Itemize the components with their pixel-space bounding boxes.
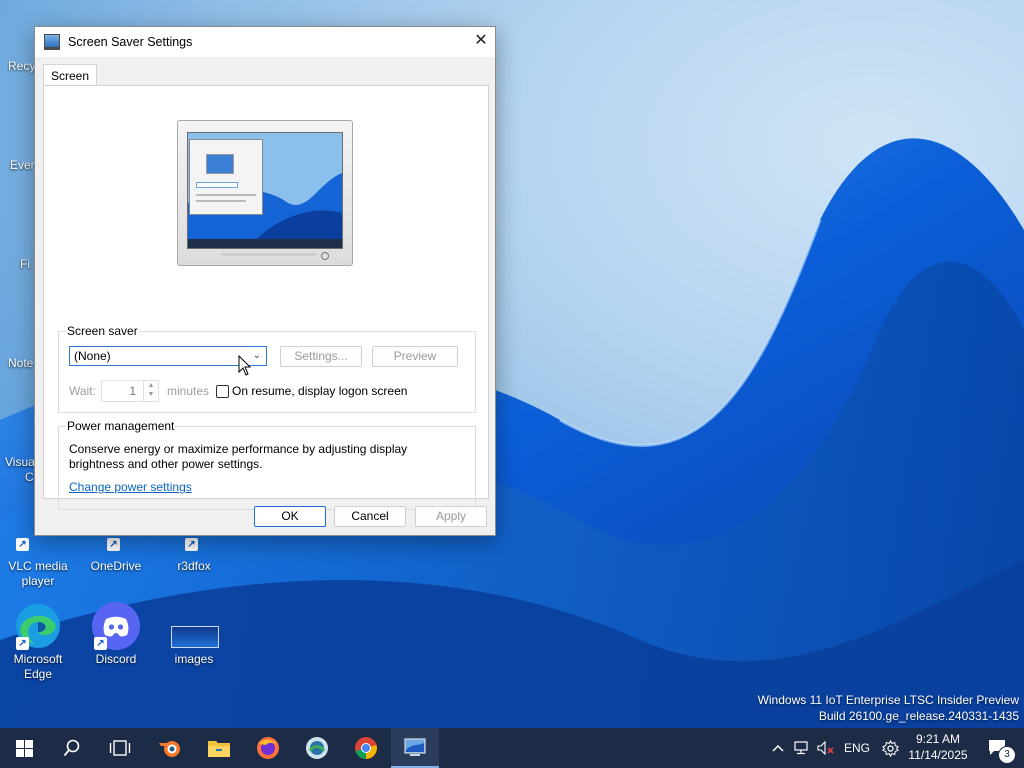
search-button[interactable] [48, 728, 96, 768]
monitor-power-led [321, 252, 329, 260]
firefox-icon [257, 737, 279, 759]
desktop-icon-vlc[interactable]: ↗ VLC media player [0, 537, 76, 589]
desktop-icon-discord[interactable]: ↗ Discord [78, 602, 154, 667]
spinner-arrows-icon[interactable]: ▲ ▼ [143, 381, 158, 401]
minutes-label: minutes [167, 384, 210, 398]
mouse-cursor-icon [238, 355, 252, 376]
taskbar-screen-saver-settings[interactable] [391, 728, 439, 768]
taskbar-r3dfox[interactable] [293, 728, 341, 768]
folder-image-icon [170, 602, 219, 650]
taskbar-chrome[interactable] [342, 728, 390, 768]
onedrive-icon: ↗ [92, 537, 140, 553]
ok-button[interactable]: OK [254, 506, 326, 527]
desktop-icon-label: Edge [23, 667, 53, 681]
screen-saver-settings-icon [404, 738, 426, 756]
network-button[interactable] [790, 728, 814, 768]
task-view-icon [109, 740, 131, 756]
wait-minutes-value: 1 [129, 384, 136, 398]
monitor-preview-dialog [189, 139, 263, 215]
watermark-line1: Windows 11 IoT Enterprise LTSC Insider P… [757, 693, 1019, 707]
vlc-icon: ↗ [14, 537, 62, 553]
desktop-icon-images[interactable]: images [156, 602, 232, 667]
desktop-icon-label: images [174, 652, 214, 666]
desktop-icon-label: OneDrive [90, 559, 142, 573]
chevron-up-icon [772, 744, 784, 752]
power-description-line1: Conserve energy or maximize performance … [69, 442, 408, 456]
dialog-titlebar[interactable]: Screen Saver Settings ✕ [35, 27, 495, 57]
resume-logon-checkbox[interactable] [216, 385, 229, 398]
clock-date: 11/14/2025 [908, 748, 968, 762]
desktop-icon-label: player [21, 574, 55, 588]
input-language-indicator[interactable]: ENG [844, 741, 870, 755]
chevron-down-icon: ⌄ [252, 350, 261, 361]
volume-muted-icon [817, 741, 834, 755]
clock-time: 9:21 AM [915, 732, 961, 746]
show-hidden-icons-button[interactable] [766, 728, 790, 768]
desktop-icon-label: Microsoft [13, 652, 63, 666]
network-icon [794, 741, 808, 755]
desktop-label-vscode-line2[interactable]: C [25, 470, 34, 484]
start-icon [15, 739, 33, 757]
desktop-label-recycle-bin[interactable]: Recy [8, 59, 35, 73]
r3dfox-icon: ↗ [170, 537, 218, 553]
windows-build-watermark: Windows 11 IoT Enterprise LTSC Insider P… [758, 692, 1019, 724]
chrome-icon [355, 737, 377, 759]
r3dfox-icon [306, 737, 328, 759]
settings-button-tray[interactable] [878, 728, 902, 768]
notification-center-button[interactable]: 3 [978, 728, 1018, 768]
preview-button[interactable]: Preview [372, 346, 458, 367]
desktop-icon-label: r3dfox [177, 559, 211, 573]
screen-saver-settings-dialog: Screen Saver Settings ✕ Screen Saver [34, 26, 496, 536]
file-explorer-icon [208, 741, 230, 757]
power-management-description: Conserve energy or maximize performance … [69, 442, 407, 472]
screen-saver-preview-monitor [177, 120, 353, 266]
desktop-label-everything[interactable]: Ever [10, 158, 35, 172]
notification-count-badge: 3 [998, 746, 1016, 764]
search-icon [63, 739, 80, 757]
power-description-line2: brightness and other power settings. [69, 457, 263, 471]
volume-button[interactable] [814, 728, 838, 768]
close-icon[interactable]: ✕ [467, 27, 495, 57]
tab-page-screen-saver: Screen saver (None) ⌄ Settings... Previe… [43, 85, 489, 510]
wait-minutes-spinner[interactable]: 1 ▲ ▼ [101, 380, 159, 402]
gear-icon [881, 739, 899, 757]
desktop-icon-label: VLC media [8, 559, 68, 573]
settings-button[interactable]: Settings... [280, 346, 362, 367]
desktop-icon-label: Discord [95, 652, 137, 666]
monitor-stand [221, 253, 317, 256]
taskbar-firefox[interactable] [244, 728, 292, 768]
change-power-settings-link[interactable]: Change power settings [69, 480, 192, 494]
monitor-preview-taskbar [188, 239, 342, 248]
cancel-button[interactable]: Cancel [334, 506, 406, 527]
discord-icon: ↗ [92, 602, 140, 650]
monitor-preview-screen [187, 132, 343, 249]
clock[interactable]: 9:21 AM 11/14/2025 [906, 731, 970, 763]
screen-saver-group-legend: Screen saver [66, 324, 139, 338]
screen-saver-icon [44, 34, 60, 50]
power-management-group: Power management Conserve energy or maxi… [58, 419, 476, 510]
screen-saver-group: Screen saver (None) ⌄ Settings... Previe… [58, 324, 476, 413]
desktop-label-visual-studio-code[interactable]: Visua [5, 455, 35, 469]
start-button[interactable] [0, 728, 48, 768]
desktop-label-notepad[interactable]: Note [8, 356, 33, 370]
taskbar: ENG 9:21 AM 11/14/2025 3 [0, 728, 1024, 768]
blender-icon [159, 741, 180, 757]
desktop-icon-edge[interactable]: ↗ Microsoft Edge [0, 602, 76, 682]
apply-button[interactable]: Apply [415, 506, 487, 527]
taskbar-file-explorer[interactable] [195, 728, 243, 768]
screen-saver-selected: (None) [74, 349, 111, 363]
wait-label: Wait: [69, 384, 96, 398]
desktop-icon-onedrive[interactable]: ↗ OneDrive [78, 537, 154, 574]
task-view-button[interactable] [96, 728, 144, 768]
tab-screen-saver[interactable]: Screen Saver [43, 64, 98, 105]
power-management-legend: Power management [66, 419, 176, 433]
dialog-title: Screen Saver Settings [68, 35, 193, 49]
taskbar-blender[interactable] [146, 728, 194, 768]
resume-logon-label[interactable]: On resume, display logon screen [232, 384, 407, 398]
desktop-label-firefox[interactable]: Fi [20, 257, 30, 271]
edge-icon: ↗ [14, 602, 62, 650]
watermark-line2: Build 26100.ge_release.240331-1435 [818, 709, 1019, 723]
desktop-icon-r3dfox[interactable]: ↗ r3dfox [156, 537, 232, 574]
